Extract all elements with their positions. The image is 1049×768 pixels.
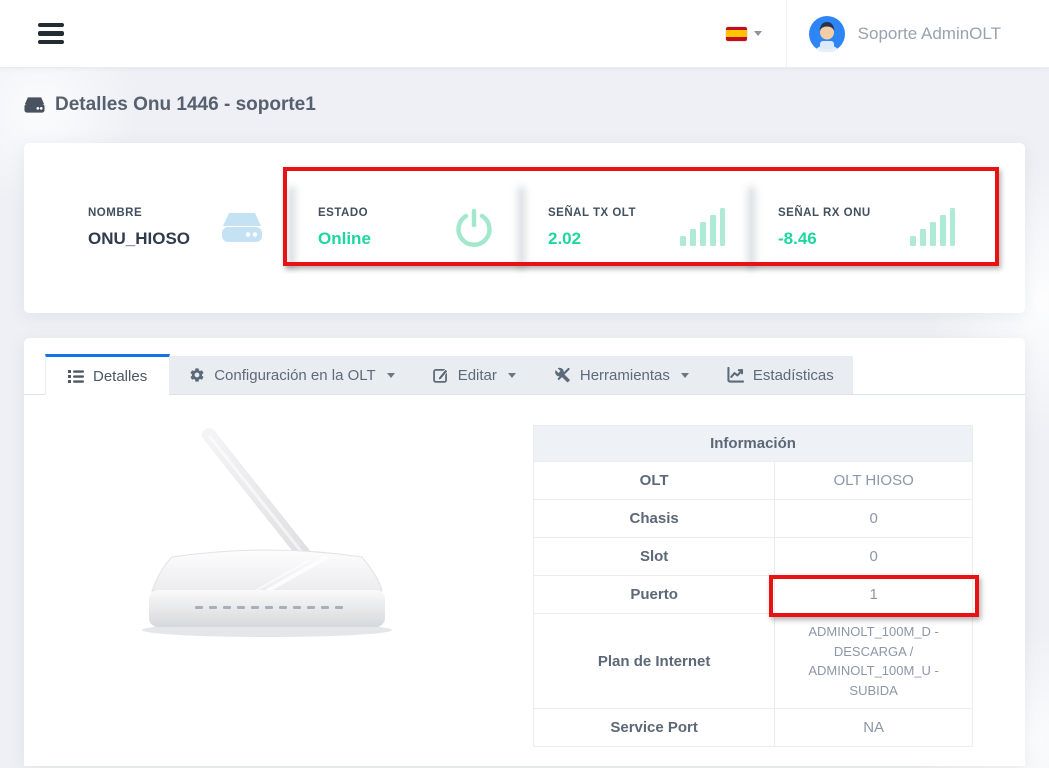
row-label: Plan de Internet — [534, 614, 775, 709]
tab-bar: Detalles Configuración en la OLT Editar — [24, 338, 1025, 395]
onu-product-image — [24, 425, 510, 747]
stat-label: SEÑAL TX OLT — [548, 207, 636, 219]
user-name: Soporte AdminOLT — [858, 24, 1001, 44]
onu-summary-card: NOMBRE ONU_HIOSO ESTADO Online — [24, 143, 1025, 313]
stat-senal-tx-olt: SEÑAL TX OLT 2.02 — [522, 207, 751, 249]
stat-senal-rx-onu: SEÑAL RX ONU -8.46 — [752, 207, 981, 249]
tab-label: Estadísticas — [753, 367, 834, 384]
row-label: OLT — [534, 462, 775, 500]
row-label: Service Port — [534, 709, 775, 747]
tab-strip: Configuración en la OLT Editar Herramien… — [170, 356, 853, 394]
user-menu[interactable]: Soporte AdminOLT — [786, 0, 1049, 67]
row-label: Puerto — [534, 576, 775, 614]
page-title: Detalles Onu 1446 - soporte1 — [55, 94, 316, 116]
row-label: Chasis — [534, 500, 775, 538]
detail-card: Detalles Configuración en la OLT Editar — [24, 338, 1025, 766]
list-icon — [68, 369, 84, 384]
tab-estadisticas[interactable]: Estadísticas — [708, 356, 853, 394]
tab-editar[interactable]: Editar — [414, 356, 535, 394]
tab-configuracion-olt[interactable]: Configuración en la OLT — [170, 356, 413, 394]
tab-label: Detalles — [93, 368, 147, 385]
row-value-puerto: 1 — [775, 576, 973, 614]
row-value: 0 — [775, 500, 973, 538]
hdd-icon — [219, 210, 265, 246]
row-label: Slot — [534, 538, 775, 576]
tab-label: Herramientas — [580, 367, 670, 384]
tools-icon — [554, 367, 571, 383]
stat-estado: ESTADO Online — [292, 207, 521, 249]
language-dropdown[interactable] — [726, 27, 762, 41]
menu-toggle-button[interactable] — [38, 19, 64, 49]
router-illustration — [117, 425, 417, 640]
stat-nombre: NOMBRE ONU_HIOSO — [68, 207, 291, 249]
stat-label: NOMBRE — [88, 207, 190, 219]
tab-detalles[interactable]: Detalles — [45, 354, 170, 395]
table-row: Plan de Internet ADMINOLT_100M_D - DESCA… — [534, 614, 973, 709]
stat-value: ONU_HIOSO — [88, 229, 190, 249]
table-row: OLT OLT HIOSO — [534, 462, 973, 500]
row-value: OLT HIOSO — [775, 462, 973, 500]
caret-down-icon — [754, 31, 762, 36]
row-value: ADMINOLT_100M_D - DESCARGA / ADMINOLT_10… — [775, 614, 973, 709]
info-table: Información OLT OLT HIOSO Chasis 0 Slot … — [533, 425, 973, 747]
breadcrumb: Detalles Onu 1446 - soporte1 — [24, 94, 1025, 116]
tab-herramientas[interactable]: Herramientas — [535, 356, 708, 394]
table-row: Chasis 0 — [534, 500, 973, 538]
hdd-icon — [24, 96, 45, 114]
top-bar: Soporte AdminOLT — [0, 0, 1049, 68]
caret-down-icon — [681, 373, 689, 378]
user-avatar — [809, 16, 845, 52]
spanish-flag-icon — [726, 27, 747, 41]
signal-bars-icon — [679, 208, 725, 248]
tab-label: Configuración en la OLT — [214, 367, 375, 384]
chart-line-icon — [727, 367, 744, 383]
info-table-zone: Información OLT OLT HIOSO Chasis 0 Slot … — [533, 425, 973, 747]
caret-down-icon — [508, 373, 516, 378]
stat-label: ESTADO — [318, 207, 371, 219]
status-badge: Online — [318, 229, 371, 249]
table-title: Información — [534, 426, 973, 462]
signal-bars-icon — [909, 208, 955, 248]
row-value: NA — [775, 709, 973, 747]
gear-icon — [189, 367, 205, 383]
power-icon — [453, 207, 495, 249]
table-row: Slot 0 — [534, 538, 973, 576]
caret-down-icon — [387, 373, 395, 378]
table-row: Service Port NA — [534, 709, 973, 747]
table-row: Puerto 1 — [534, 576, 973, 614]
stat-value: -8.46 — [778, 229, 871, 249]
stat-label: SEÑAL RX ONU — [778, 207, 871, 219]
row-value: 0 — [775, 538, 973, 576]
edit-icon — [433, 367, 449, 383]
tab-label: Editar — [458, 367, 497, 384]
stat-value: 2.02 — [548, 229, 636, 249]
